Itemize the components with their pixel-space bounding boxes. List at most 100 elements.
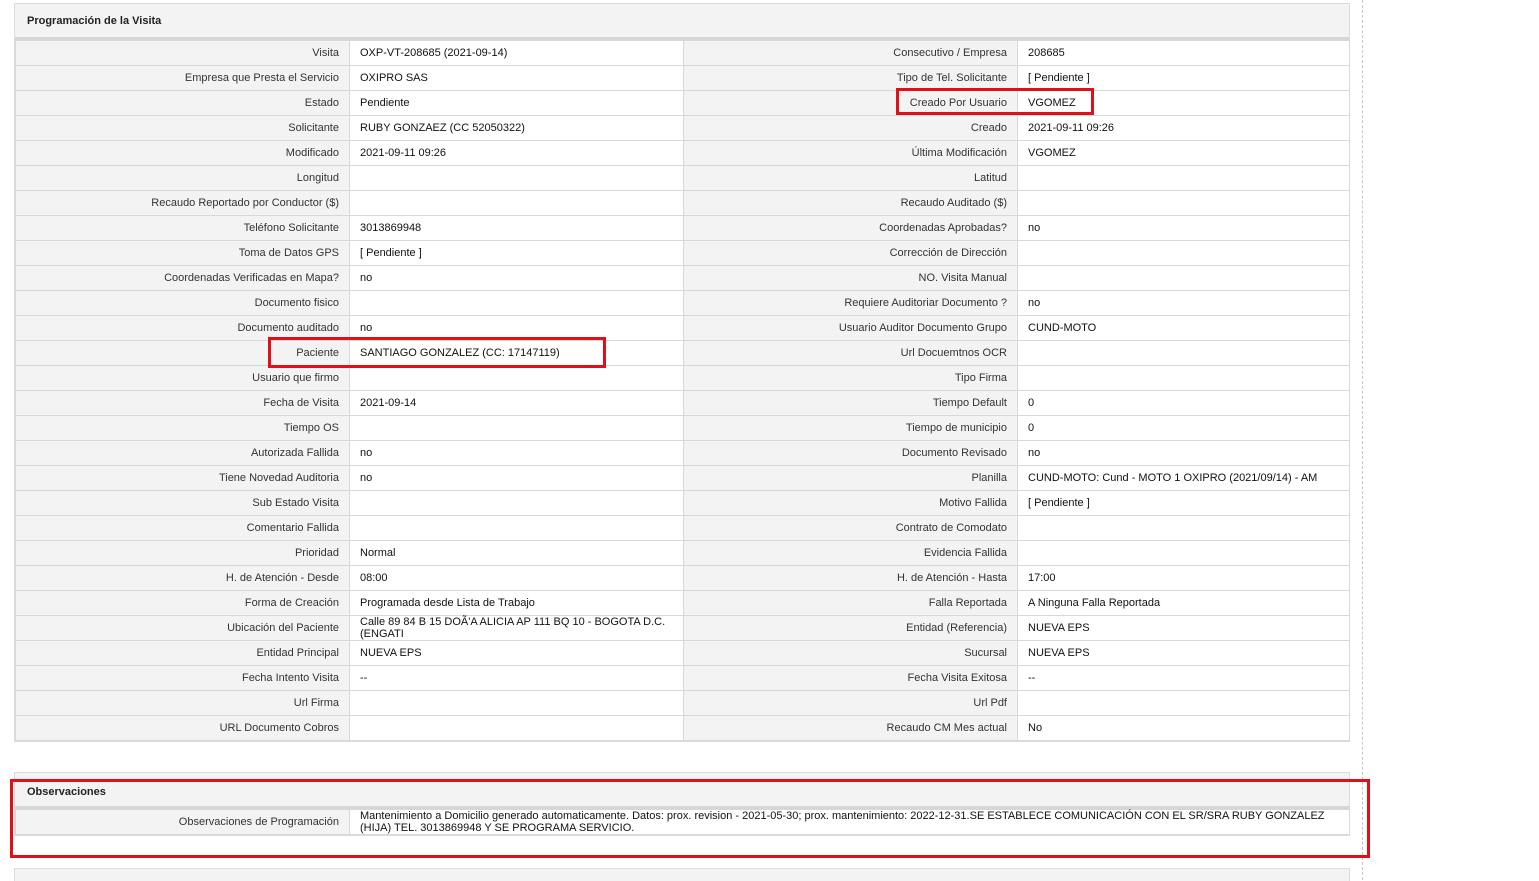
field-label: Documento Revisado	[683, 440, 1018, 466]
field-label: Comentario Fallida	[15, 515, 350, 541]
field-value: --	[1017, 665, 1350, 691]
field-label: Autorizada Fallida	[15, 440, 350, 466]
field-label: Fecha Visita Exitosa	[683, 665, 1018, 691]
highlight-creado-por-usuario	[896, 88, 1094, 115]
visit-details-table: Visita OXP-VT-208685 (2021-09-14) Consecut…	[15, 40, 1350, 741]
field-label: Creado	[683, 115, 1018, 141]
field-label: Url Docuemtnos OCR	[683, 340, 1018, 366]
field-value	[1017, 190, 1350, 216]
field-label: Usuario que firmo	[15, 365, 350, 391]
table-row: Estado Pendiente Creado Por Usuario VGOMEZ	[15, 90, 1350, 116]
field-value: no	[349, 465, 684, 491]
field-label: Latitud	[683, 165, 1018, 191]
table-row: Documento auditado no Usuario Auditor Doc…	[15, 315, 1350, 341]
field-label: Tiene Novedad Auditoria	[15, 465, 350, 491]
field-value	[349, 190, 684, 216]
field-value	[349, 415, 684, 441]
field-label: Fecha de Visita	[15, 390, 350, 416]
field-label: Visita	[15, 40, 350, 66]
field-value: 3013869948	[349, 215, 684, 241]
field-value: --	[349, 665, 684, 691]
field-value: [ Pendiente ]	[1017, 65, 1350, 91]
field-label: Última Modificación	[683, 140, 1018, 166]
table-row: Visita OXP-VT-208685 (2021-09-14) Consecut…	[15, 40, 1350, 66]
field-value: 0	[1017, 415, 1350, 441]
field-value: NUEVA EPS	[1017, 640, 1350, 666]
field-label: Empresa que Presta el Servicio	[15, 65, 350, 91]
table-row: Fecha Intento Visita -- Fecha Visita Exit…	[15, 665, 1350, 691]
field-value: OXIPRO SAS	[349, 65, 684, 91]
field-value: NUEVA EPS	[349, 640, 684, 666]
table-row: URL Documento Cobros Recaudo CM Mes actua…	[15, 715, 1350, 741]
field-label: Consecutivo / Empresa	[683, 40, 1018, 66]
field-label: Corrección de Dirección	[683, 240, 1018, 266]
field-value: Normal	[349, 540, 684, 566]
field-label: Prioridad	[15, 540, 350, 566]
field-label: Motivo Fallida	[683, 490, 1018, 516]
field-label: Estado	[15, 90, 350, 116]
next-panel-edge	[14, 868, 1350, 881]
field-label: Coordenadas Aprobadas?	[683, 215, 1018, 241]
field-value: no	[1017, 440, 1350, 466]
highlight-observaciones	[10, 779, 1370, 858]
field-value: A Ninguna Falla Reportada	[1017, 590, 1350, 616]
field-value: Programada desde Lista de Trabajo	[349, 590, 684, 616]
field-value: 17:00	[1017, 565, 1350, 591]
field-label: Tipo de Tel. Solicitante	[683, 65, 1018, 91]
table-row: Longitud Latitud	[15, 165, 1350, 191]
field-label: Toma de Datos GPS	[15, 240, 350, 266]
field-label: Ubicación del Paciente	[15, 615, 350, 641]
field-label: Solicitante	[15, 115, 350, 141]
field-value: [ Pendiente ]	[1017, 490, 1350, 516]
field-value: no	[349, 265, 684, 291]
field-value	[1017, 265, 1350, 291]
field-value	[1017, 540, 1350, 566]
field-value: CUND-MOTO	[1017, 315, 1350, 341]
field-value: 2021-09-11 09:26	[349, 140, 684, 166]
field-value	[349, 290, 684, 316]
field-label: Entidad Principal	[15, 640, 350, 666]
field-value	[1017, 240, 1350, 266]
table-row: Solicitante RUBY GONZAEZ (CC 52050322) Cre…	[15, 115, 1350, 141]
table-row: Forma de Creación Programada desde Lista …	[15, 590, 1350, 616]
highlight-paciente	[268, 337, 606, 368]
field-label: Tiempo de municipio	[683, 415, 1018, 441]
field-label: Sub Estado Visita	[15, 490, 350, 516]
field-label: Contrato de Comodato	[683, 515, 1018, 541]
table-row: Usuario que firmo Tipo Firma	[15, 365, 1350, 391]
field-label: H. de Atención - Desde	[15, 565, 350, 591]
field-label: NO. Visita Manual	[683, 265, 1018, 291]
table-row: Coordenadas Verificadas en Mapa? no NO. V…	[15, 265, 1350, 291]
field-value: No	[1017, 715, 1350, 741]
field-label: Teléfono Solicitante	[15, 215, 350, 241]
field-label: Usuario Auditor Documento Grupo	[683, 315, 1018, 341]
field-value	[1017, 515, 1350, 541]
table-row: Recaudo Reportado por Conductor ($) Recau…	[15, 190, 1350, 216]
table-row: Tiene Novedad Auditoria no Planilla CUND-M…	[15, 465, 1350, 491]
table-row: Tiempo OS Tiempo de municipio 0	[15, 415, 1350, 441]
field-label: H. de Atención - Hasta	[683, 565, 1018, 591]
field-value: no	[1017, 290, 1350, 316]
field-value: NUEVA EPS	[1017, 615, 1350, 641]
table-row: H. de Atención - Desde 08:00 H. de Atenció…	[15, 565, 1350, 591]
page-divider	[1362, 0, 1363, 880]
field-label: Modificado	[15, 140, 350, 166]
field-value: no	[349, 440, 684, 466]
field-value	[349, 515, 684, 541]
field-label: Recaudo Reportado por Conductor ($)	[15, 190, 350, 216]
field-label: Recaudo Auditado ($)	[683, 190, 1018, 216]
field-value: 08:00	[349, 565, 684, 591]
table-row: Ubicación del Paciente Calle 89 84 B 15 D…	[15, 615, 1350, 641]
field-value	[349, 490, 684, 516]
field-label: Forma de Creación	[15, 590, 350, 616]
table-row: Paciente SANTIAGO GONZALEZ (CC: 17147119)…	[15, 340, 1350, 366]
field-value	[349, 165, 684, 191]
field-label: Longitud	[15, 165, 350, 191]
field-value: Pendiente	[349, 90, 684, 116]
field-value: no	[1017, 215, 1350, 241]
field-value: CUND-MOTO: Cund - MOTO 1 OXIPRO (2021/09…	[1017, 465, 1350, 491]
table-row: Autorizada Fallida no Documento Revisado …	[15, 440, 1350, 466]
field-label: Tiempo OS	[15, 415, 350, 441]
table-row: Toma de Datos GPS[ Pendiente ] Corrección…	[15, 240, 1350, 266]
field-label: Recaudo CM Mes actual	[683, 715, 1018, 741]
